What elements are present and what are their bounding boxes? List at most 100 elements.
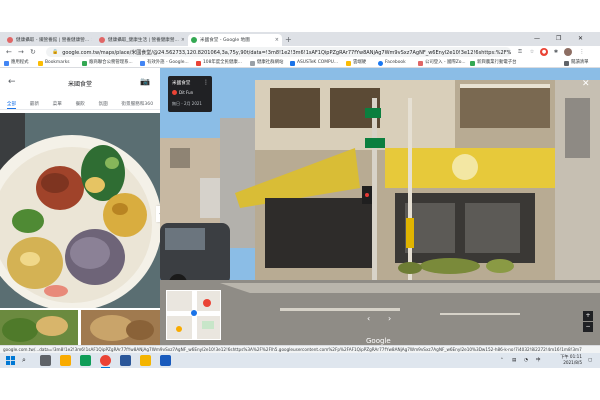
photos-panel: ← 米國食堂 📷 全部 最新 菜單 餐飲 氛圍 街景服務和360 ◀ <box>0 68 160 345</box>
language-icon[interactable]: 中 <box>536 357 541 364</box>
tab-title: 健康攝取 - 纖營養館 | 營養健康營... <box>16 38 90 43</box>
bookmark-icon <box>196 60 201 66</box>
bookmark-item[interactable]: 健康社群網站 <box>250 59 283 67</box>
tab-food[interactable]: 餐飲 <box>76 101 85 109</box>
bookmark-icon <box>250 60 255 66</box>
puzzle-icon[interactable]: ✱ <box>552 48 560 56</box>
word-icon[interactable] <box>120 355 131 366</box>
notification-icon[interactable]: ▢ <box>588 357 592 364</box>
more-options-icon[interactable]: ⋮ <box>203 79 209 86</box>
panel-header: ← 米國食堂 📷 <box>0 68 160 98</box>
bookmark-item[interactable]: 廠商聯合公務管理系... <box>82 59 133 67</box>
window-close-icon[interactable]: ✕ <box>578 34 583 44</box>
tab-vibe[interactable]: 氛圍 <box>98 101 107 109</box>
top-margin <box>0 0 600 32</box>
favicon-icon <box>99 37 105 43</box>
google-logo: Google <box>366 337 391 345</box>
mini-map-graphic <box>167 291 220 339</box>
bookmark-item[interactable]: Bookmarks <box>38 59 70 67</box>
star-icon[interactable]: ☆ <box>528 48 536 56</box>
tab-all[interactable]: 全部 <box>6 101 17 109</box>
bookmark-item[interactable]: 108年度全民健康... <box>196 59 242 67</box>
tray-chevron-icon[interactable]: ⌃ <box>500 357 504 364</box>
sticky-notes-icon[interactable] <box>140 355 151 366</box>
author-avatar <box>172 90 177 95</box>
asus-icon <box>290 60 295 66</box>
photo-thumbnails[interactable] <box>0 310 160 345</box>
browser-tab-1[interactable]: 健康攝取 - 纖營養館 | 營養健康營... × <box>4 34 92 46</box>
collapse-panel-button[interactable]: ◀ <box>156 206 160 222</box>
file-explorer-icon[interactable] <box>60 355 71 366</box>
photo-date: 無日 - 2月 2021 <box>172 101 202 106</box>
search-icon[interactable]: ⌕ <box>22 356 26 365</box>
food-photo[interactable] <box>0 113 160 308</box>
clock-date: 2021/8/5 <box>563 360 582 365</box>
close-street-view-icon[interactable]: ✕ <box>582 79 590 89</box>
browser-tab-active[interactable]: 米國食堂 - Google 地圖 × <box>188 34 282 46</box>
favicon-icon <box>7 37 13 43</box>
minimize-icon[interactable]: — <box>534 34 540 44</box>
place-title: 米國食堂 <box>67 81 92 88</box>
bookmark-item[interactable]: 應用程式 <box>4 59 29 67</box>
photo-category-tabs: 全部 最新 菜單 餐飲 氛圍 街景服務和360 <box>0 101 160 110</box>
link-status-bar: google.com.tw/...data=!3m8!1e2!3m6!1sAF1… <box>0 345 600 353</box>
bookmark-icon <box>470 60 475 66</box>
maximize-icon[interactable]: ❐ <box>556 34 561 44</box>
reading-list[interactable]: 閱讀清單 <box>564 59 589 67</box>
street-view-place-name: 米國食堂 <box>172 81 191 86</box>
reading-list-icon <box>564 60 569 66</box>
avatar[interactable] <box>564 48 572 56</box>
apps-icon <box>4 60 9 66</box>
previous-photo-icon[interactable]: ‹ <box>367 314 370 323</box>
photo-author[interactable]: Dit Fun <box>172 90 193 95</box>
browser-tab-2[interactable]: 健康攝取_健康生活 | 營養健康營... × <box>96 34 184 46</box>
reload-icon[interactable]: ↻ <box>30 47 36 57</box>
new-tab-button[interactable]: + <box>285 35 292 45</box>
bookmark-item[interactable]: ASUSTeK COMPU... <box>290 59 338 67</box>
menu-dots-icon[interactable]: ⋮ <box>578 48 586 56</box>
facebook-icon <box>378 60 383 66</box>
edge-icon[interactable] <box>80 355 91 366</box>
camera-icon[interactable]: 📷 <box>140 77 150 86</box>
street-view-image[interactable] <box>160 68 600 345</box>
omnibox[interactable]: 🔒 google.com.tw/maps/place/米國食堂/@24.5627… <box>46 47 511 57</box>
lock-icon: 🔒 <box>52 49 59 55</box>
close-icon[interactable]: × <box>273 37 279 43</box>
key-icon[interactable]: ⚿ <box>516 48 524 56</box>
windows-start-icon[interactable] <box>6 356 15 365</box>
close-icon[interactable]: × <box>179 37 184 43</box>
bookmark-item[interactable]: 有效外語 - Google... <box>140 59 189 67</box>
next-photo-icon[interactable]: › <box>388 314 391 323</box>
zoom-in-button[interactable]: + <box>583 311 593 321</box>
bookmark-item[interactable]: 雲端硬 <box>346 59 366 67</box>
address-bar-row: ← → ↻ 🔒 google.com.tw/maps/place/米國食堂/@2… <box>0 46 600 58</box>
task-view-icon[interactable] <box>40 355 51 366</box>
volume-icon[interactable]: ◔ <box>524 357 528 364</box>
windows-taskbar: ⌕ ⌃ ▤ ◔ 中 下午 01:11 2021/8/5 ▢ <box>0 353 600 368</box>
tab-title: 健康攝取_健康生活 | 營養健康營... <box>108 38 179 43</box>
bottom-margin <box>0 368 600 400</box>
bookmark-icon <box>82 60 87 66</box>
street-view-info-card: 米國食堂 ⋮ Dit Fun 無日 - 2月 2021 <box>168 76 212 112</box>
bookmark-item[interactable]: 新興農業行動電子台 <box>470 59 517 67</box>
forward-icon[interactable]: → <box>18 47 24 57</box>
extension-icon[interactable]: ● <box>540 48 548 56</box>
network-icon[interactable]: ▤ <box>512 357 516 364</box>
tab-street-view[interactable]: 街景服務和360 <box>121 101 153 109</box>
tab-latest[interactable]: 最新 <box>30 101 39 109</box>
zoom-out-button[interactable]: − <box>583 322 593 332</box>
browser-tab-strip: 健康攝取 - 纖營養館 | 營養健康營... × 健康攝取_健康生活 | 營養健… <box>0 32 600 46</box>
tab-menu[interactable]: 菜單 <box>53 101 62 109</box>
star-folder-icon <box>38 60 43 66</box>
word-doc-icon[interactable] <box>160 355 171 366</box>
bookmark-item[interactable]: Facebook <box>378 59 406 67</box>
clock[interactable]: 下午 01:11 2021/8/5 <box>554 354 582 366</box>
url-text: google.com.tw/maps/place/米國食堂/@24.562733… <box>62 49 511 56</box>
close-icon[interactable]: × <box>89 37 92 43</box>
mini-map[interactable] <box>166 290 221 340</box>
back-icon[interactable]: ← <box>6 47 12 57</box>
maps-favicon-icon <box>191 37 197 43</box>
chrome-icon[interactable] <box>100 355 111 368</box>
bookmark-item[interactable]: 公司登入 - 國際Zo... <box>418 59 466 67</box>
bookmarks-bar: 應用程式 Bookmarks 廠商聯合公務管理系... 有效外語 - Googl… <box>0 58 600 68</box>
